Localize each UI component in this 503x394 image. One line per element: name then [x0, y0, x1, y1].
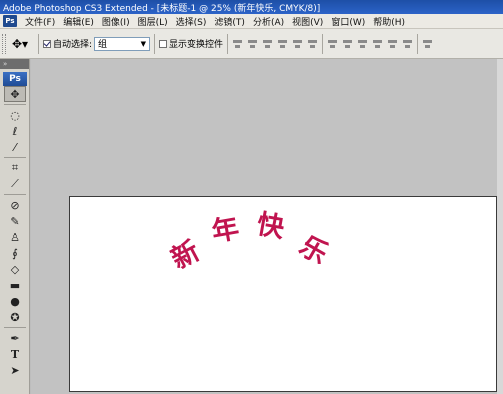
show-transform-option[interactable]: 显示变换控件 [159, 37, 223, 50]
type-icon[interactable]: T [4, 346, 26, 362]
eraser-icon[interactable]: ◇ [4, 261, 26, 277]
divider [227, 33, 229, 54]
menu-filter[interactable]: 滤镜(T) [210, 15, 249, 28]
chevron-down-icon: ▼ [140, 39, 147, 48]
divider [322, 33, 324, 54]
clone-stamp-icon[interactable]: ♙ [4, 229, 26, 245]
menu-file[interactable]: 文件(F) [21, 15, 59, 28]
menu-help[interactable]: 帮助(H) [369, 15, 409, 28]
menu-bar: Ps 文件(F) 编辑(E) 图像(I) 图层(L) 选择(S) 滤镜(T) 分… [0, 14, 503, 29]
align-top-icon[interactable] [232, 38, 243, 49]
divider [4, 327, 26, 328]
distribute-vcenter-icon[interactable] [342, 38, 353, 49]
tools-panel: » Ps ✥ ◌ ℓ ⁄ ⌗ ⟋ ⊘ ✎ ♙ ∮ ◇ ▬ ● ✪ ✒ T ➤ [0, 59, 30, 394]
auto-align-layers-icon[interactable] [422, 38, 433, 49]
marquee-icon[interactable]: ◌ [4, 107, 26, 123]
distribute-right-icon[interactable] [402, 38, 413, 49]
distribute-top-icon[interactable] [327, 38, 338, 49]
menu-layer[interactable]: 图层(L) [134, 15, 172, 28]
dodge-icon[interactable]: ✪ [4, 309, 26, 325]
window-title: Adobe Photoshop CS3 Extended - [未标题-1 @ … [3, 3, 321, 14]
pen-icon[interactable]: ✒ [4, 330, 26, 346]
distribute-left-icon[interactable] [372, 38, 383, 49]
auto-select-checkbox[interactable] [43, 39, 51, 48]
warped-text-char[interactable]: 新 [166, 235, 204, 275]
workspace-scrollbar[interactable] [497, 59, 503, 394]
align-hcenter-icon[interactable] [292, 38, 303, 49]
auto-select-dropdown[interactable]: 组 ▼ [94, 36, 151, 51]
divider [38, 33, 39, 54]
menu-view[interactable]: 视图(V) [288, 15, 327, 28]
tools-dock-header[interactable]: » [0, 59, 29, 69]
title-bar: Adobe Photoshop CS3 Extended - [未标题-1 @ … [0, 0, 503, 14]
divider [4, 157, 26, 158]
history-brush-icon[interactable]: ∮ [4, 245, 26, 261]
auto-select-label: 自动选择: [53, 40, 93, 50]
magic-wand-icon[interactable]: ⁄ [4, 139, 26, 155]
show-transform-checkbox[interactable] [159, 39, 168, 48]
document-canvas[interactable]: 新 年 快 乐 [69, 196, 497, 392]
menu-edit[interactable]: 编辑(E) [59, 15, 98, 28]
move-tool-preset-icon[interactable]: ✥▾ [6, 34, 34, 54]
auto-select-value: 组 [98, 40, 108, 50]
blur-icon[interactable]: ● [4, 293, 26, 309]
distribute-bottom-icon[interactable] [357, 38, 368, 49]
auto-select-option[interactable]: 自动选择: [43, 37, 92, 50]
healing-brush-icon[interactable]: ⊘ [4, 197, 26, 213]
divider [4, 194, 26, 195]
app-icon[interactable]: Ps [3, 15, 17, 27]
gradient-icon[interactable]: ▬ [4, 277, 26, 293]
eyedropper-icon[interactable]: ⟋ [4, 176, 26, 192]
warped-text-char[interactable]: 年 [210, 213, 242, 248]
menu-window[interactable]: 窗口(W) [327, 15, 369, 28]
align-buttons [232, 38, 318, 49]
align-vcenter-icon[interactable] [247, 38, 258, 49]
menu-image[interactable]: 图像(I) [98, 15, 134, 28]
menu-select[interactable]: 选择(S) [172, 15, 211, 28]
align-bottom-icon[interactable] [262, 38, 273, 49]
move-icon[interactable]: ✥ [4, 86, 26, 102]
align-left-icon[interactable] [277, 38, 288, 49]
lasso-icon[interactable]: ℓ [4, 123, 26, 139]
crop-icon[interactable]: ⌗ [4, 160, 26, 176]
warped-text-char[interactable]: 快 [255, 209, 287, 244]
align-right-icon[interactable] [307, 38, 318, 49]
divider [417, 33, 419, 54]
brush-icon[interactable]: ✎ [4, 213, 26, 229]
path-selection-icon[interactable]: ➤ [4, 362, 26, 378]
divider [154, 33, 156, 54]
options-bar: ✥▾ 自动选择: 组 ▼ 显示变换控件 [0, 29, 503, 59]
ps-logo[interactable]: Ps [3, 72, 27, 86]
show-transform-label: 显示变换控件 [169, 40, 224, 50]
warped-text-char[interactable]: 乐 [294, 230, 333, 270]
divider [4, 104, 26, 105]
distribute-buttons [327, 38, 413, 49]
menu-analysis[interactable]: 分析(A) [249, 15, 288, 28]
distribute-hcenter-icon[interactable] [387, 38, 398, 49]
